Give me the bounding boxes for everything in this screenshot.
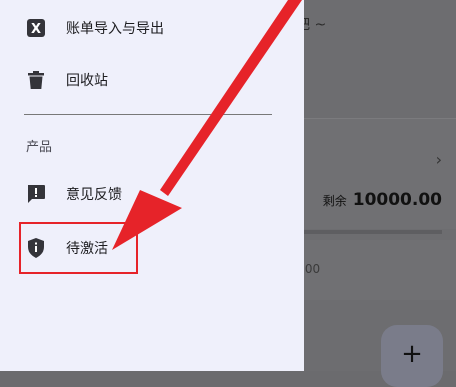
budget-progress-bar xyxy=(304,230,442,234)
menu-item-label: 意见反馈 xyxy=(66,187,122,203)
balance-label: 剩余 xyxy=(322,194,347,208)
secondary-card[interactable] xyxy=(304,240,456,300)
account-card[interactable] xyxy=(304,118,456,229)
balance-value: 10000.00 xyxy=(352,190,442,210)
highlight-box xyxy=(19,222,138,274)
section-header-products: 产品 xyxy=(26,140,53,155)
menu-item-label: 回收站 xyxy=(66,73,108,89)
add-button[interactable]: + xyxy=(381,325,443,387)
menu-item-feedback[interactable]: 意见反馈 xyxy=(24,182,122,206)
menu-item-bill-import-export[interactable]: X 账单导入与导出 xyxy=(24,16,164,40)
excel-x-icon: X xyxy=(24,16,48,40)
balance: 剩余 10000.00 xyxy=(323,190,442,210)
svg-text:X: X xyxy=(31,22,41,37)
navigation-drawer: X 账单导入与导出 回收站 产品 意见反馈 待激活 xyxy=(0,0,304,371)
menu-item-label: 账单导入与导出 xyxy=(66,21,164,37)
trash-icon xyxy=(24,68,48,92)
menu-item-recycle-bin[interactable]: 回收站 xyxy=(24,68,108,92)
feedback-icon xyxy=(24,182,48,206)
chevron-right-icon: › xyxy=(435,150,442,169)
divider xyxy=(24,114,272,115)
